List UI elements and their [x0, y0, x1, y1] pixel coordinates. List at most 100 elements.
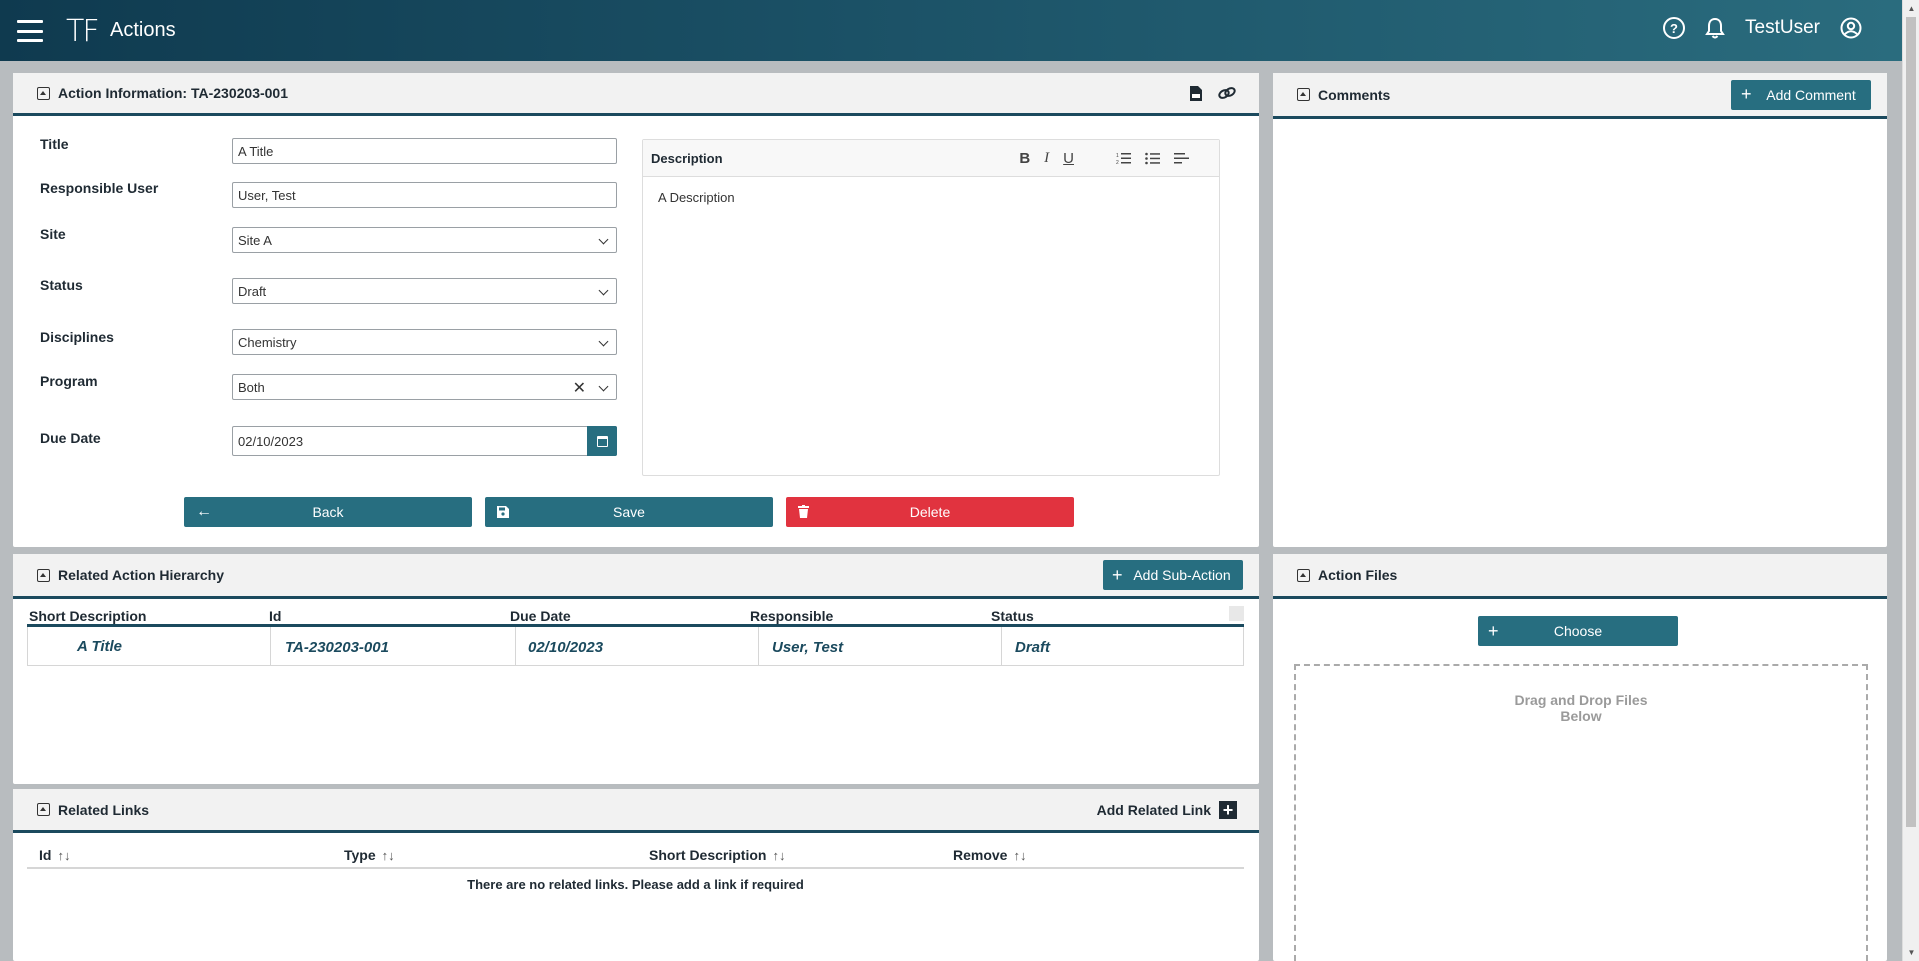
program-label: Program	[40, 373, 98, 389]
column-header-remove[interactable]: Remove ↑↓	[953, 847, 1026, 863]
bullet-list-icon[interactable]	[1145, 152, 1160, 165]
column-header-due-date: Due Date	[510, 608, 571, 624]
collapse-icon[interactable]	[37, 86, 50, 100]
collapse-icon[interactable]	[1297, 568, 1310, 582]
add-sub-action-button[interactable]: + Add Sub-Action	[1103, 560, 1243, 590]
column-header-id[interactable]: Id ↑↓	[39, 847, 70, 863]
column-menu-toggle[interactable]	[1229, 606, 1244, 621]
back-button[interactable]: ← Back	[184, 497, 472, 527]
chevron-down-icon[interactable]	[598, 381, 609, 392]
bell-icon[interactable]	[1705, 17, 1725, 39]
svg-text:1: 1	[1116, 153, 1119, 159]
table-cell	[515, 627, 516, 665]
description-label: Description	[651, 150, 723, 166]
file-dropzone[interactable]: Drag and Drop Files Below	[1294, 664, 1868, 961]
calendar-icon	[596, 435, 608, 447]
site-value: Site A	[238, 232, 272, 248]
due-date-input[interactable]: 02/10/2023	[232, 426, 617, 456]
responsible-user-label: Responsible User	[40, 180, 159, 196]
hierarchy-header: Related Action Hierarchy + Add Sub-Actio…	[13, 554, 1259, 599]
user-account-icon[interactable]	[1840, 17, 1862, 39]
sort-icon[interactable]: ↑↓	[382, 848, 395, 863]
align-left-icon[interactable]	[1174, 152, 1189, 165]
plus-square-icon[interactable]: +	[1219, 800, 1237, 819]
column-header-type[interactable]: Type ↑↓	[344, 847, 395, 863]
site-select[interactable]: Site A	[232, 227, 617, 253]
related-links-panel: Related Links Add Related Link + Id ↑↓ Ty…	[13, 789, 1259, 961]
chevron-down-icon[interactable]	[598, 234, 609, 245]
disciplines-select[interactable]: Chemistry	[232, 329, 617, 355]
ordered-list-icon[interactable]: 1 2	[1116, 152, 1131, 165]
comments-panel: Comments + Add Comment	[1273, 73, 1887, 547]
status-select[interactable]: Draft	[232, 278, 617, 304]
column-header-short-description[interactable]: Short Description ↑↓	[649, 847, 785, 863]
column-header-id: Id	[269, 608, 282, 624]
title-label: Title	[40, 136, 69, 152]
add-comment-button[interactable]: + Add Comment	[1731, 79, 1871, 110]
table-cell	[270, 627, 271, 665]
clear-icon[interactable]: ✕	[573, 378, 586, 398]
choose-file-button[interactable]: + Choose	[1478, 616, 1678, 646]
panel-title: Comments	[1318, 86, 1391, 103]
description-editor[interactable]: Description B I U 1 2 A Description	[642, 139, 1220, 476]
related-action-hierarchy-panel: Related Action Hierarchy + Add Sub-Actio…	[13, 554, 1259, 784]
menu-icon[interactable]	[17, 20, 43, 42]
row-status[interactable]: Draft	[1015, 639, 1050, 656]
page-scrollbar[interactable]: ▲ ▼	[1902, 0, 1919, 961]
row-short-description[interactable]: A Title	[77, 638, 122, 655]
action-files-panel: Action Files + Choose Drag and Drop File…	[1273, 554, 1887, 961]
add-comment-label: Add Comment	[1766, 86, 1856, 103]
sort-icon[interactable]: ↑↓	[1013, 848, 1026, 863]
scroll-down-arrow-icon[interactable]: ▼	[1903, 944, 1919, 961]
italic-icon[interactable]: I	[1044, 150, 1049, 167]
help-icon[interactable]: ?	[1663, 17, 1686, 39]
calendar-button[interactable]	[587, 426, 617, 456]
sort-icon[interactable]: ↑↓	[772, 848, 785, 863]
action-files-header: Action Files	[1273, 554, 1887, 599]
collapse-icon[interactable]	[37, 568, 50, 582]
title-input[interactable]: A Title	[232, 138, 617, 164]
bold-icon[interactable]: B	[1019, 150, 1030, 167]
username[interactable]: TestUser	[1745, 17, 1820, 39]
save-button[interactable]: Save	[485, 497, 773, 527]
description-toolbar: Description B I U 1 2	[643, 140, 1219, 177]
disciplines-label: Disciplines	[40, 329, 114, 345]
status-value: Draft	[238, 283, 267, 299]
scroll-thumb[interactable]	[1906, 17, 1916, 827]
chevron-down-icon[interactable]	[598, 336, 609, 347]
trash-icon	[798, 505, 809, 518]
add-related-link-button[interactable]: Add Related Link +	[1097, 800, 1237, 819]
action-information-panel: Action Information: TA-230203-001 Title …	[13, 73, 1259, 547]
link-icon[interactable]	[1217, 85, 1237, 101]
delete-label: Delete	[909, 504, 951, 520]
sort-icon[interactable]: ↑↓	[57, 848, 70, 863]
delete-button[interactable]: Delete	[786, 497, 1074, 527]
underline-icon[interactable]: U	[1063, 150, 1074, 167]
row-due-date[interactable]: 02/10/2023	[528, 639, 603, 656]
related-links-header: Related Links Add Related Link +	[13, 789, 1259, 833]
row-responsible[interactable]: User, Test	[772, 639, 843, 656]
program-select[interactable]: Both ✕	[232, 374, 617, 400]
action-information-header: Action Information: TA-230203-001	[13, 73, 1259, 116]
collapse-icon[interactable]	[37, 803, 50, 816]
description-text[interactable]: A Description	[643, 177, 1219, 218]
app-logo: TF	[66, 14, 100, 49]
scroll-up-arrow-icon[interactable]: ▲	[1903, 0, 1919, 17]
due-date-label: Due Date	[40, 430, 101, 446]
panel-title: Action Information: TA-230203-001	[58, 85, 289, 101]
table-row[interactable]	[27, 627, 1244, 666]
header-divider	[27, 867, 1244, 869]
collapse-icon[interactable]	[1297, 88, 1310, 101]
responsible-user-input[interactable]: User, Test	[232, 182, 617, 208]
plus-icon: +	[1488, 620, 1499, 641]
plus-icon: +	[1112, 564, 1123, 585]
panel-title: Related Links	[58, 801, 150, 818]
row-id[interactable]: TA-230203-001	[285, 639, 389, 656]
empty-message: There are no related links. Please add a…	[467, 877, 804, 892]
disciplines-value: Chemistry	[238, 334, 297, 350]
panel-title: Action Files	[1318, 567, 1398, 583]
save-label: Save	[613, 504, 645, 520]
program-value: Both	[238, 379, 265, 395]
chevron-down-icon[interactable]	[598, 285, 609, 296]
pdf-file-icon[interactable]	[1189, 85, 1203, 102]
